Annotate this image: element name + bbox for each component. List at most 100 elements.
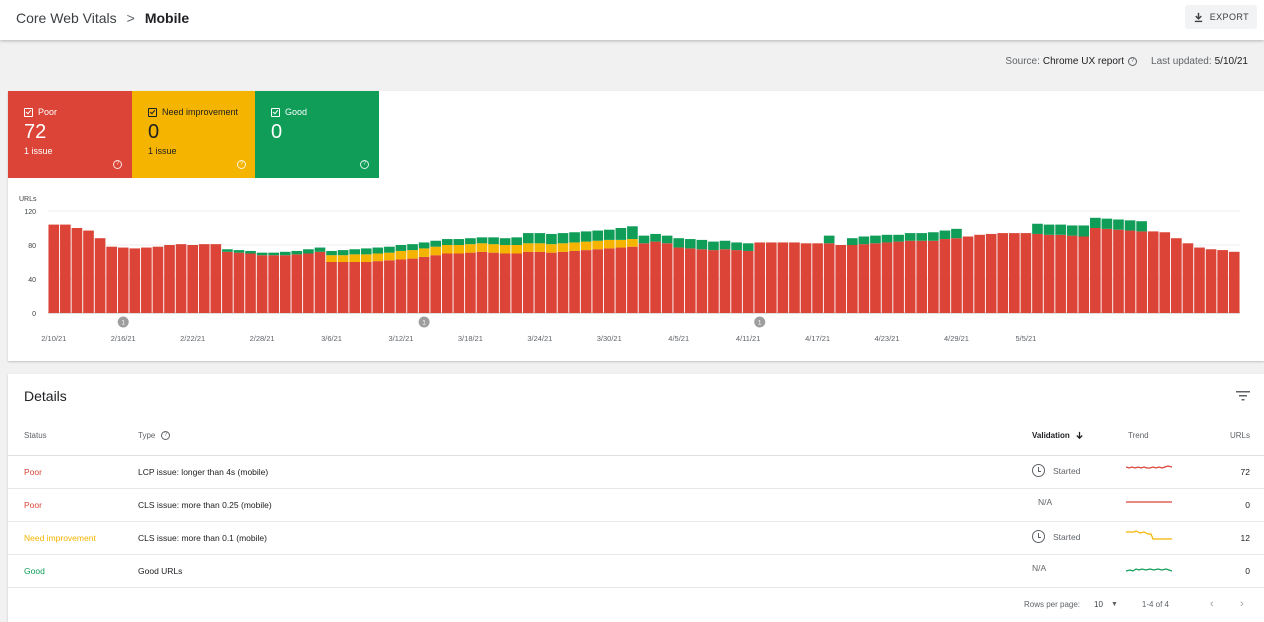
type-help-icon[interactable]: ?	[161, 431, 171, 440]
next-page-icon[interactable]: ›	[1240, 598, 1244, 610]
column-header-urls[interactable]: URLs	[1230, 431, 1250, 440]
bar-segment-good	[268, 252, 279, 256]
tile-good[interactable]: Good 0 ?	[255, 91, 379, 178]
bar-segment-good	[916, 233, 928, 241]
bar-segment-poor	[754, 242, 766, 313]
bar-segment-good	[233, 250, 245, 253]
table-row[interactable]: Poor LCP issue: longer than 4s (mobile) …	[8, 456, 1264, 489]
bar-segment-poor	[904, 240, 916, 313]
summary-chart-card: Poor 72 1 issue ? Need improvement 0 1 i…	[8, 91, 1264, 361]
bar-segment-good	[580, 231, 592, 242]
bar-segment-need-improvement	[546, 244, 557, 253]
help-icon[interactable]: ?	[113, 160, 122, 169]
bar-segment-poor	[384, 260, 395, 313]
bar-segment-good	[441, 239, 453, 245]
tile-ni-count: 0	[148, 121, 160, 143]
table-row[interactable]: Need improvement CLS issue: more than 0.…	[8, 522, 1264, 555]
column-header-trend[interactable]: Trend	[1128, 431, 1149, 440]
tile-poor-issues: 1 issue	[24, 146, 53, 156]
row-validation-label: Started	[1053, 465, 1081, 476]
tile-poor[interactable]: Poor 72 1 issue ?	[8, 91, 132, 178]
help-icon[interactable]: ?	[237, 160, 246, 169]
bar-segment-good	[372, 247, 384, 254]
source-bar: Source: Chrome UX report ? Last updated:…	[0, 40, 1264, 82]
bar-segment-poor	[245, 253, 256, 313]
bar-segment-need-improvement	[384, 252, 395, 261]
bar-segment-poor	[314, 251, 326, 313]
row-status: Need improvement	[24, 533, 96, 543]
bar-segment-poor	[846, 245, 858, 313]
bar-segment-poor	[1078, 236, 1090, 313]
source-value[interactable]: Chrome UX report	[1043, 56, 1124, 67]
bar-segment-need-improvement	[349, 254, 361, 262]
breadcrumb: Core Web Vitals > Mobile	[16, 10, 189, 26]
bar-segment-good	[303, 249, 314, 254]
bar-segment-good	[719, 240, 731, 250]
bar-segment-good	[499, 238, 511, 245]
filter-icon[interactable]	[1236, 388, 1250, 406]
tile-need-improvement[interactable]: Need improvement 0 1 issue ?	[132, 91, 256, 178]
x-tick-label: 4/29/21	[944, 334, 969, 343]
last-updated-label: Last updated:	[1151, 56, 1212, 67]
column-header-type[interactable]: Type ?	[138, 431, 171, 440]
bar-segment-poor	[742, 250, 754, 313]
breadcrumb-parent[interactable]: Core Web Vitals	[16, 10, 117, 26]
bar-segment-good	[846, 238, 858, 245]
top-bar: Core Web Vitals > Mobile EXPORT	[0, 0, 1264, 40]
bar-segment-need-improvement	[453, 245, 465, 254]
details-title: Details	[24, 388, 67, 404]
checkbox-icon[interactable]	[148, 107, 157, 117]
clock-icon	[1032, 464, 1045, 477]
previous-page-icon[interactable]: ‹	[1210, 598, 1214, 610]
bar-segment-poor	[326, 262, 337, 313]
bar-segment-need-improvement	[407, 250, 418, 259]
source-label: Source:	[1005, 56, 1040, 67]
chart-svg: URLs 0 40 80 120 2/10/21 2/16/21 2/22/21 2/28/21…	[19, 196, 1240, 343]
rows-per-page-select[interactable]: 10	[1094, 600, 1103, 609]
export-button[interactable]: EXPORT	[1184, 5, 1257, 29]
bar-segment-need-improvement	[557, 243, 569, 252]
annotation-marker-label: 1	[121, 320, 125, 327]
bar-segment-poor	[1217, 250, 1228, 313]
bar-segment-good	[1078, 225, 1090, 237]
bar-segment-good	[893, 234, 904, 242]
source-help-icon[interactable]: ?	[1128, 57, 1138, 66]
bar-segment-need-improvement	[326, 255, 337, 262]
bar-segment-poor	[951, 238, 962, 313]
help-icon[interactable]: ?	[360, 160, 369, 169]
bar-segment-poor	[499, 253, 511, 313]
x-tick-label: 3/6/21	[321, 334, 342, 343]
x-tick-label: 3/18/21	[458, 334, 483, 343]
bar-segment-poor	[985, 233, 997, 313]
bar-segment-poor	[129, 248, 141, 313]
x-tick-label: 4/5/21	[668, 334, 689, 343]
bar-segment-good	[430, 240, 442, 247]
checkbox-icon[interactable]	[271, 107, 280, 117]
bar-segment-poor	[789, 242, 800, 313]
bar-segment-good	[511, 237, 523, 245]
table-row[interactable]: Good Good URLs N/A 0	[8, 555, 1264, 588]
bar-segment-poor	[603, 248, 615, 313]
bar-segment-poor	[465, 252, 476, 313]
row-urls: 0	[1245, 566, 1250, 576]
dropdown-caret-icon[interactable]: ▼	[1111, 601, 1118, 608]
column-header-validation[interactable]: Validation	[1032, 431, 1084, 440]
bar-segment-good	[904, 233, 916, 241]
bar-segment-poor	[823, 243, 835, 313]
bar-segment-good	[256, 252, 268, 256]
bar-segment-good	[708, 241, 719, 251]
table-row[interactable]: Poor CLS issue: more than 0.25 (mobile) …	[8, 489, 1264, 522]
bar-segment-need-improvement	[337, 255, 349, 262]
bar-segment-poor	[441, 253, 453, 313]
column-header-status[interactable]: Status	[24, 431, 47, 440]
bar-segment-poor	[1194, 247, 1205, 313]
bar-segment-poor	[719, 249, 731, 313]
checkbox-icon[interactable]	[24, 107, 33, 117]
bar-segment-poor	[1159, 232, 1171, 313]
bar-segment-poor	[997, 233, 1009, 313]
bar-segment-good	[870, 235, 881, 244]
sort-arrow-down-icon	[1076, 431, 1083, 440]
x-tick-label: 2/28/21	[250, 334, 275, 343]
y-tick-label: 80	[28, 243, 36, 250]
bar-segment-good	[522, 233, 534, 244]
